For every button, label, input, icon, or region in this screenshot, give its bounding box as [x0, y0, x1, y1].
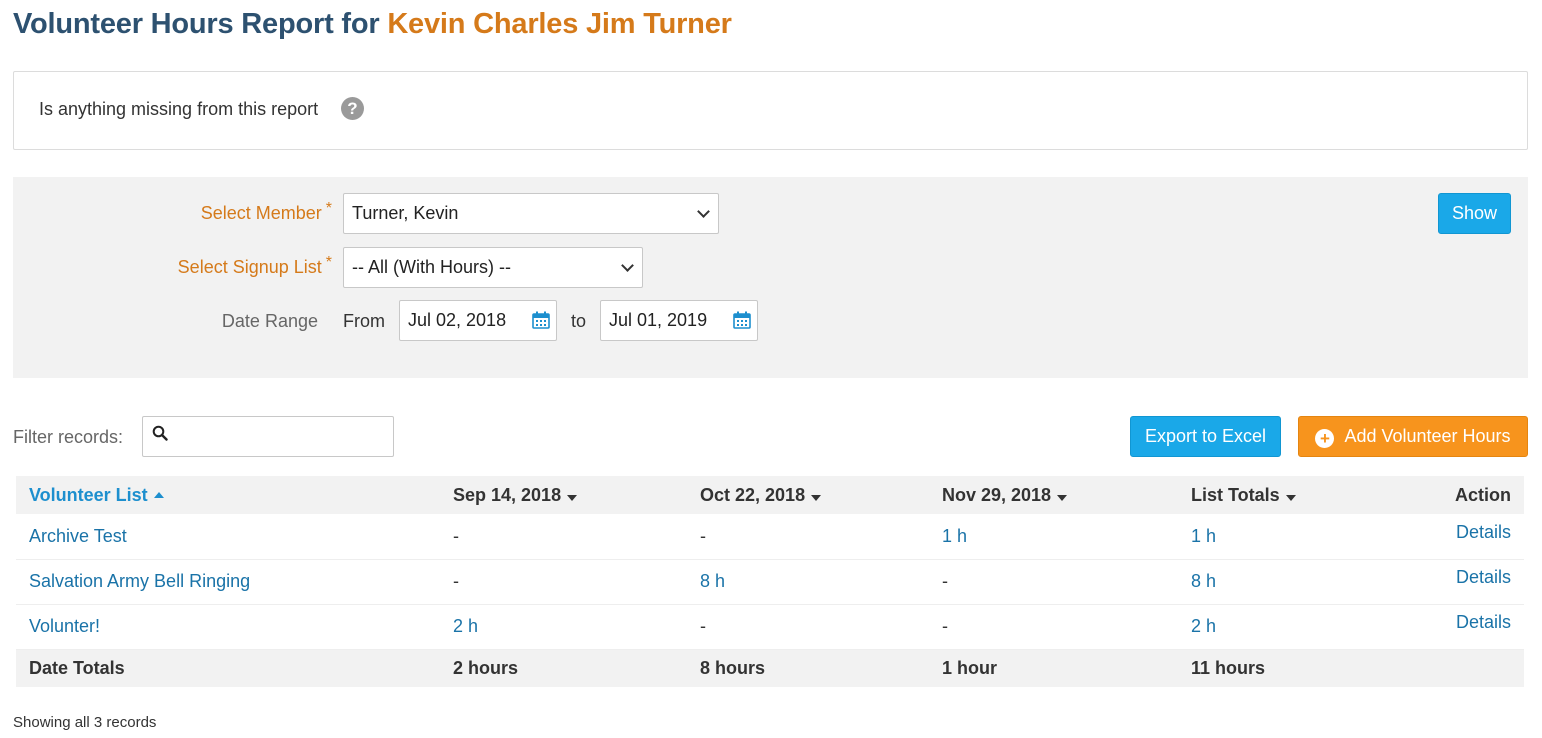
chevron-down-icon [621, 259, 634, 272]
date-totals-row: Date Totals 2 hours 8 hours 1 hour 11 ho… [16, 649, 1524, 687]
plus-circle-icon: + [1315, 429, 1335, 448]
hours-cell: - [942, 571, 948, 591]
date-total-cell: 1 hour [942, 657, 998, 678]
filter-records-input[interactable] [142, 416, 394, 457]
member-select-value: Turner, Kevin [352, 203, 459, 223]
sort-ascending-icon [153, 491, 164, 498]
column-header-oct-22[interactable]: Oct 22, 2018 [687, 476, 929, 514]
volunteer-hours-table: Volunteer List Sep 14, 2018 Oct 22, 2018… [16, 476, 1524, 687]
hours-cell: - [453, 525, 459, 546]
list-total-link[interactable]: 2 h [1191, 616, 1216, 636]
sort-descending-icon [567, 494, 578, 501]
chevron-down-icon [697, 205, 710, 218]
column-header-action: Action [1455, 484, 1511, 505]
hours-cell: - [942, 616, 948, 636]
select-signup-list-label: Select Signup List * [177, 254, 332, 277]
filter-records-label: Filter records: [13, 427, 124, 447]
hours-cell: - [453, 571, 459, 591]
member-name: Kevin Charles Jim Turner [387, 8, 732, 40]
table-row: Salvation Army Bell Ringing - 8 h - 8 h … [16, 559, 1524, 604]
column-header-volunteer-list[interactable]: Volunteer List [16, 476, 440, 514]
hours-cell: - [700, 616, 706, 636]
signup-list-select[interactable]: -- All (With Hours) -- [343, 247, 643, 288]
to-label: to [571, 311, 587, 331]
add-volunteer-hours-button[interactable]: + Add Volunteer Hours [1298, 416, 1528, 457]
hours-link[interactable]: 1 h [942, 526, 967, 546]
missing-notice-panel: Is anything missing from this report ? [13, 71, 1528, 150]
details-link[interactable]: Details [1456, 567, 1511, 587]
date-totals-label: Date Totals [29, 657, 125, 678]
list-total-link[interactable]: 1 h [1191, 526, 1216, 546]
volunteer-list-link[interactable]: Archive Test [29, 526, 127, 546]
export-to-excel-button[interactable]: Export to Excel [1130, 416, 1281, 457]
select-member-label: Select Member * [200, 200, 332, 223]
volunteer-list-link[interactable]: Salvation Army Bell Ringing [29, 571, 250, 591]
grand-total-cell: 11 hours [1191, 657, 1266, 678]
table-header-row: Volunteer List Sep 14, 2018 Oct 22, 2018… [16, 476, 1524, 514]
member-select[interactable]: Turner, Kevin [343, 193, 719, 234]
empty-action-cell [1378, 649, 1524, 687]
add-volunteer-hours-label: Add Volunteer Hours [1344, 426, 1511, 446]
sort-descending-icon [1057, 494, 1068, 501]
calendar-icon[interactable] [531, 310, 551, 330]
to-date-input[interactable]: Jul 01, 2019 [600, 300, 758, 341]
signup-list-select-value: -- All (With Hours) -- [352, 257, 511, 277]
table-row: Archive Test - - 1 h 1 h Details [16, 514, 1524, 559]
hours-cell: - [700, 525, 706, 546]
column-header-sep-14[interactable]: Sep 14, 2018 [440, 476, 687, 514]
hours-link[interactable]: 8 h [700, 571, 725, 591]
show-button[interactable]: Show [1438, 193, 1511, 234]
records-count-text: Showing all 3 records [13, 714, 157, 731]
date-total-cell: 8 hours [700, 657, 766, 678]
sort-descending-icon [1285, 494, 1296, 501]
calendar-icon[interactable] [732, 310, 752, 330]
date-range-label: Date Range [221, 311, 318, 331]
missing-notice-text: Is anything missing from this report [39, 99, 319, 119]
page-title: Volunteer Hours Report for Kevin Charles… [13, 8, 732, 41]
sort-descending-icon [811, 494, 822, 501]
help-icon[interactable]: ? [341, 97, 364, 120]
column-header-nov-29[interactable]: Nov 29, 2018 [929, 476, 1178, 514]
to-date-value: Jul 01, 2019 [609, 310, 708, 330]
list-total-link[interactable]: 8 h [1191, 571, 1216, 591]
filter-panel: Select Member * Turner, Kevin Select Sign… [13, 177, 1528, 378]
volunteer-list-link[interactable]: Volunter! [29, 616, 100, 636]
details-link[interactable]: Details [1456, 522, 1511, 542]
from-date-value: Jul 02, 2018 [408, 310, 507, 330]
date-total-cell: 2 hours [453, 657, 519, 678]
title-prefix: Volunteer Hours Report for [13, 8, 380, 40]
from-date-input[interactable]: Jul 02, 2018 [399, 300, 557, 341]
search-icon [152, 425, 168, 441]
from-label: From [343, 311, 385, 331]
column-header-list-totals[interactable]: List Totals [1178, 476, 1378, 514]
table-row: Volunter! 2 h - - 2 h Details [16, 604, 1524, 649]
hours-link[interactable]: 2 h [453, 616, 478, 636]
details-link[interactable]: Details [1456, 612, 1511, 632]
